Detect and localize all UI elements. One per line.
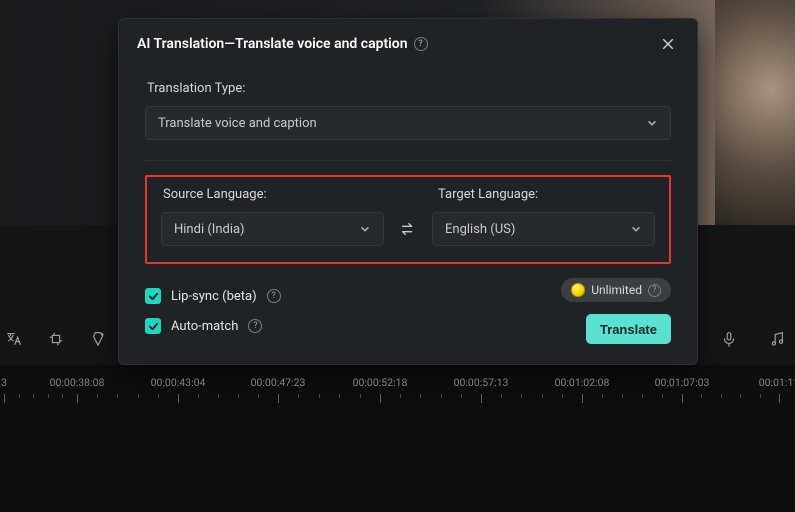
ai-translation-dialog: AI Translation—Translate voice and capti…	[118, 18, 698, 365]
options-row: Lip-sync (beta) ? Auto-match ? Unlimited…	[145, 278, 671, 344]
check-icon	[148, 321, 159, 332]
crop-tool-icon[interactable]	[46, 329, 66, 349]
ruler-label: 00:00:38:08	[50, 376, 105, 389]
effects-tool-icon[interactable]	[88, 329, 108, 349]
close-button[interactable]	[657, 33, 679, 55]
language-row: Source Language: Hindi (India) Target La…	[161, 187, 655, 246]
left-toolbar	[4, 329, 108, 349]
language-highlight-box: Source Language: Hindi (India) Target La…	[145, 175, 671, 264]
options-left: Lip-sync (beta) ? Auto-match ?	[145, 288, 281, 334]
target-language-column: Target Language: English (US)	[432, 187, 655, 246]
ruler-label: 00:01:11	[759, 376, 795, 389]
check-icon	[148, 291, 159, 302]
ruler-label: 00:00:52:18	[353, 376, 408, 389]
lipsync-row: Lip-sync (beta) ?	[145, 288, 281, 304]
translate-button[interactable]: Translate	[586, 314, 671, 344]
help-icon[interactable]: ?	[267, 289, 281, 303]
ruler-label: 3	[1, 376, 7, 389]
translation-type-select[interactable]: Translate voice and caption	[145, 106, 671, 140]
target-language-value: English (US)	[445, 222, 515, 237]
help-icon[interactable]: ?	[648, 284, 661, 297]
timeline-ruler[interactable]: 3 00:00:38:08 00:00:43:04 00:00:47:23 00:00:…	[0, 376, 795, 406]
right-toolbar	[719, 329, 787, 349]
source-language-value: Hindi (India)	[174, 222, 245, 237]
target-language-label: Target Language:	[438, 187, 655, 202]
options-right: Unlimited ? Translate	[561, 278, 671, 344]
unlimited-badge[interactable]: Unlimited ?	[561, 278, 671, 302]
automatch-label: Auto-match	[171, 319, 238, 334]
ruler-label: 00:00:57:13	[454, 376, 509, 389]
mic-icon[interactable]	[719, 329, 739, 349]
source-language-select[interactable]: Hindi (India)	[161, 212, 384, 246]
dialog-body: Translation Type: Translate voice and ca…	[119, 65, 697, 364]
dialog-header: AI Translation—Translate voice and capti…	[119, 19, 697, 65]
source-language-column: Source Language: Hindi (India)	[161, 187, 384, 246]
translation-type-label: Translation Type:	[147, 81, 671, 96]
music-icon[interactable]	[767, 329, 787, 349]
gem-icon	[571, 283, 585, 297]
chevron-down-icon	[359, 223, 371, 235]
dialog-title-row: AI Translation—Translate voice and capti…	[137, 36, 428, 52]
close-icon	[661, 37, 675, 51]
target-language-select[interactable]: English (US)	[432, 212, 655, 246]
unlimited-label: Unlimited	[591, 283, 642, 297]
translate-tool-icon[interactable]	[4, 329, 24, 349]
chevron-down-icon	[630, 223, 642, 235]
ruler-label: 00:01:02:08	[555, 376, 610, 389]
chevron-down-icon	[646, 117, 658, 129]
ruler-label: 00:00:47:23	[251, 376, 306, 389]
swap-languages-button[interactable]	[394, 212, 422, 246]
divider	[145, 160, 671, 161]
dialog-title: AI Translation—Translate voice and capti…	[137, 36, 408, 52]
lipsync-checkbox[interactable]	[145, 288, 161, 304]
ruler-ticks	[0, 394, 795, 408]
swap-icon	[399, 220, 417, 238]
source-language-label: Source Language:	[163, 187, 384, 202]
translation-type-value: Translate voice and caption	[158, 116, 317, 131]
automatch-row: Auto-match ?	[145, 318, 281, 334]
help-icon[interactable]: ?	[414, 37, 428, 51]
automatch-checkbox[interactable]	[145, 318, 161, 334]
help-icon[interactable]: ?	[248, 319, 262, 333]
ruler-label: 00:01:07:03	[655, 376, 710, 389]
ruler-labels: 3 00:00:38:08 00:00:43:04 00:00:47:23 00:00:…	[0, 376, 795, 390]
lipsync-label: Lip-sync (beta)	[171, 289, 257, 304]
ruler-label: 00:00:43:04	[151, 376, 206, 389]
